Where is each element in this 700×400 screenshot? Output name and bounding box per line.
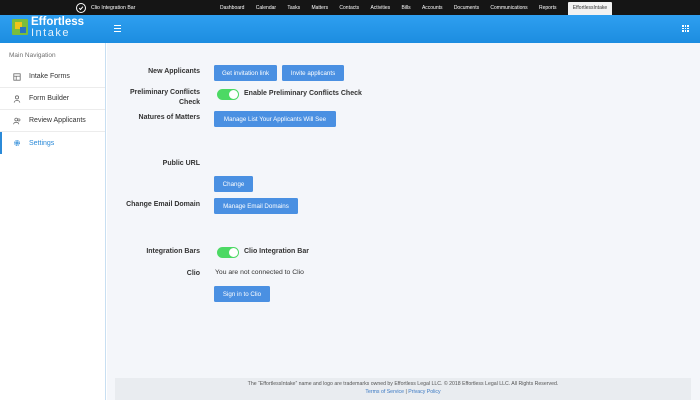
clio-check-icon: [76, 2, 86, 13]
logo-word-intake: Intake: [31, 27, 70, 39]
clio-nav-dashboard[interactable]: Dashboard: [220, 5, 244, 11]
get-invitation-link-button[interactable]: Get invitation link: [214, 65, 277, 81]
apps-grid-icon[interactable]: [682, 25, 689, 32]
sidebar-heading: Main Navigation: [9, 52, 56, 59]
invite-applicants-button[interactable]: Invite applicants: [282, 65, 344, 81]
sidebar-item-label: Intake Forms: [29, 73, 70, 80]
footer-trademark: The “EffortlessIntake” name and logo are…: [247, 381, 559, 387]
preliminary-conflicts-label-line1: Preliminary Conflicts: [129, 89, 200, 96]
settings-panel: New Applicants Get invitation link Invit…: [107, 43, 700, 400]
sidebar-item-settings[interactable]: Settings: [0, 132, 105, 154]
footer-separator: |: [405, 388, 407, 395]
clio-integration-bar: Clio Integration Bar Dashboard Calendar …: [0, 0, 700, 15]
users-icon: [13, 117, 21, 125]
manage-list-button[interactable]: Manage List Your Applicants Will See: [214, 111, 336, 127]
clio-integration-bar-toggle[interactable]: [217, 247, 239, 258]
natures-of-matters-label: Natures of Matters: [138, 114, 200, 121]
footer: The “EffortlessIntake” name and logo are…: [115, 378, 691, 400]
clio-brand[interactable]: Clio Integration Bar: [0, 0, 135, 15]
clio-nav-documents[interactable]: Documents: [454, 5, 479, 11]
effortless-intake-logo[interactable]: Effortless Intake: [12, 16, 98, 40]
clio-nav-accounts[interactable]: Accounts: [422, 5, 443, 11]
manage-email-domains-button[interactable]: Manage Email Domains: [214, 198, 298, 214]
app-header: Effortless Intake: [0, 15, 700, 43]
clio-nav-calendar[interactable]: Calendar: [256, 5, 276, 11]
sidebar-item-label: Review Applicants: [29, 117, 86, 124]
sidebar-item-intake-forms[interactable]: Intake Forms: [0, 66, 105, 88]
clio-label: Clio: [186, 270, 200, 277]
gear-icon: [13, 139, 21, 147]
preliminary-conflicts-label-line2: Check: [178, 99, 200, 106]
clio-nav-reports[interactable]: Reports: [539, 5, 557, 11]
public-url-label: Public URL: [162, 160, 200, 167]
integration-bars-label: Integration Bars: [146, 248, 200, 255]
preliminary-conflicts-toggle-label: Enable Preliminary Conflicts Check: [244, 90, 362, 97]
clio-nav-contacts[interactable]: Contacts: [339, 5, 359, 11]
change-public-url-button[interactable]: Change: [214, 176, 253, 192]
terms-of-service-link[interactable]: Terms of Service: [365, 389, 404, 395]
clio-nav-matters[interactable]: Matters: [311, 5, 328, 11]
clio-nav: Dashboard Calendar Tasks Matters Contact…: [220, 0, 613, 15]
sidebar: Main Navigation Intake Forms Form Builde…: [0, 43, 106, 400]
sidebar-item-label: Form Builder: [29, 95, 70, 102]
change-email-domain-label: Change Email Domain: [126, 201, 200, 208]
footer-links: Terms of Service | Privacy Policy: [115, 387, 691, 395]
sign-in-to-clio-button[interactable]: Sign in to Clio: [214, 286, 270, 302]
clio-nav-effortlessintake[interactable]: EffortlessIntake: [567, 2, 613, 15]
clio-nav-activities[interactable]: Activities: [370, 5, 390, 11]
privacy-policy-link[interactable]: Privacy Policy: [408, 389, 440, 395]
builder-icon: [13, 94, 21, 103]
sidebar-item-label: Settings: [29, 139, 55, 147]
clio-nav-communications[interactable]: Communications: [490, 5, 527, 11]
clio-brand-label: Clio Integration Bar: [91, 4, 136, 11]
preliminary-conflicts-toggle[interactable]: [217, 89, 239, 100]
clio-nav-bills[interactable]: Bills: [401, 5, 410, 11]
form-icon: [13, 72, 21, 81]
new-applicants-label: New Applicants: [148, 68, 200, 75]
sidebar-item-form-builder[interactable]: Form Builder: [0, 88, 105, 110]
clio-integration-bar-toggle-label: Clio Integration Bar: [244, 248, 309, 255]
clio-nav-tasks[interactable]: Tasks: [287, 5, 300, 11]
logo-mark-icon: [12, 19, 28, 35]
sidebar-item-review-applicants[interactable]: Review Applicants: [0, 110, 105, 132]
hamburger-menu-icon[interactable]: [114, 25, 121, 32]
clio-connection-status: You are not connected to Clio: [215, 269, 304, 276]
